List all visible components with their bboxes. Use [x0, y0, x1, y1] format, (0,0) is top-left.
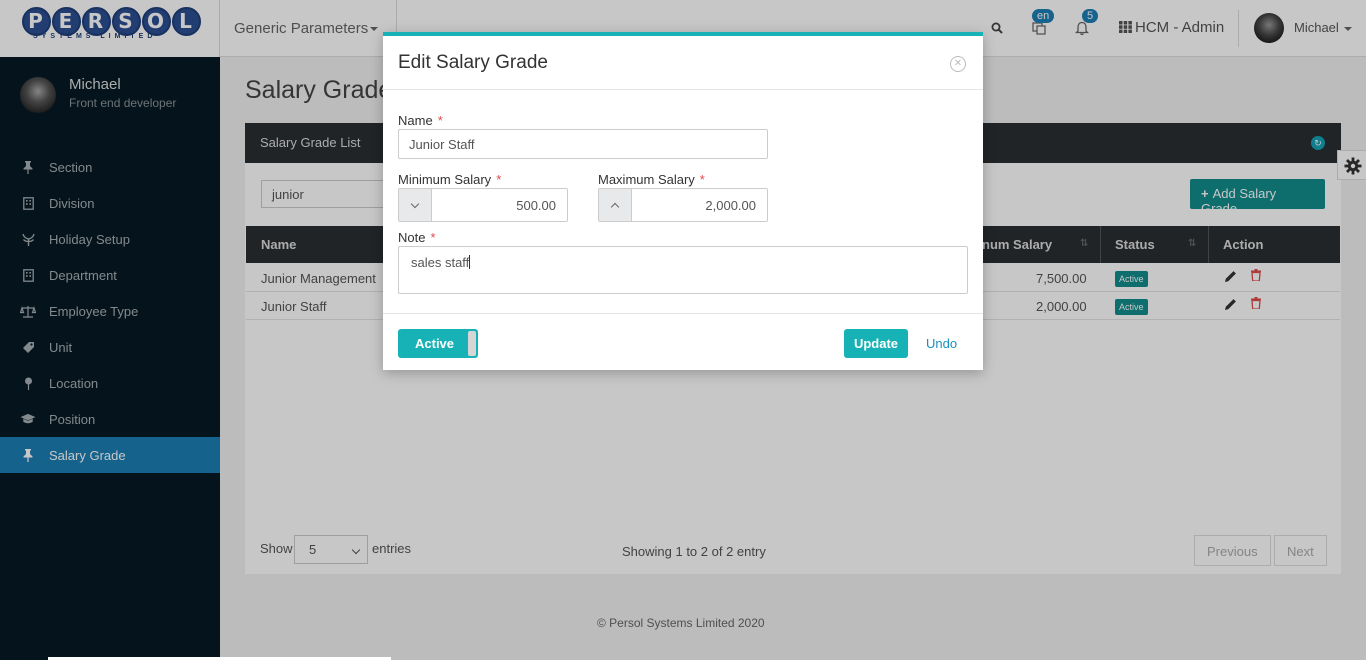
decrement-button[interactable] [399, 189, 432, 221]
active-toggle[interactable]: Active [398, 329, 478, 358]
minimum-salary-value: 500.00 [516, 198, 556, 213]
name-input[interactable]: Junior Staff [398, 129, 768, 159]
minimum-salary-label: Minimum Salary * [398, 172, 502, 187]
name-input-value: Junior Staff [409, 137, 475, 152]
modal-title: Edit Salary Grade [398, 52, 548, 73]
divider [383, 313, 983, 314]
close-icon[interactable]: ✕ [950, 56, 966, 72]
chevron-down-icon [410, 199, 420, 208]
edit-salary-grade-modal: Edit Salary Grade ✕ Name * Junior Staff M… [383, 32, 983, 370]
name-label: Name * [398, 113, 443, 128]
required-mark: * [699, 172, 705, 187]
minimum-salary-stepper[interactable]: 500.00 [398, 188, 568, 222]
toggle-knob [468, 331, 476, 356]
maximum-salary-label: Maximum Salary * [598, 172, 705, 187]
note-textarea[interactable]: sales staff [398, 246, 968, 294]
required-mark: * [437, 113, 443, 128]
chevron-up-icon [610, 202, 620, 211]
maximum-salary-value: 2,000.00 [705, 198, 756, 213]
divider [383, 89, 983, 90]
update-button[interactable]: Update [844, 329, 908, 358]
increment-button[interactable] [599, 189, 632, 221]
required-mark: * [430, 230, 436, 245]
note-value: sales staff [411, 255, 470, 270]
required-mark: * [496, 172, 502, 187]
text-cursor [469, 255, 471, 269]
note-label: Note * [398, 230, 436, 245]
maximum-salary-stepper[interactable]: 2,000.00 [598, 188, 768, 222]
toggle-label: Active [415, 336, 455, 351]
undo-button[interactable]: Undo [926, 336, 957, 351]
